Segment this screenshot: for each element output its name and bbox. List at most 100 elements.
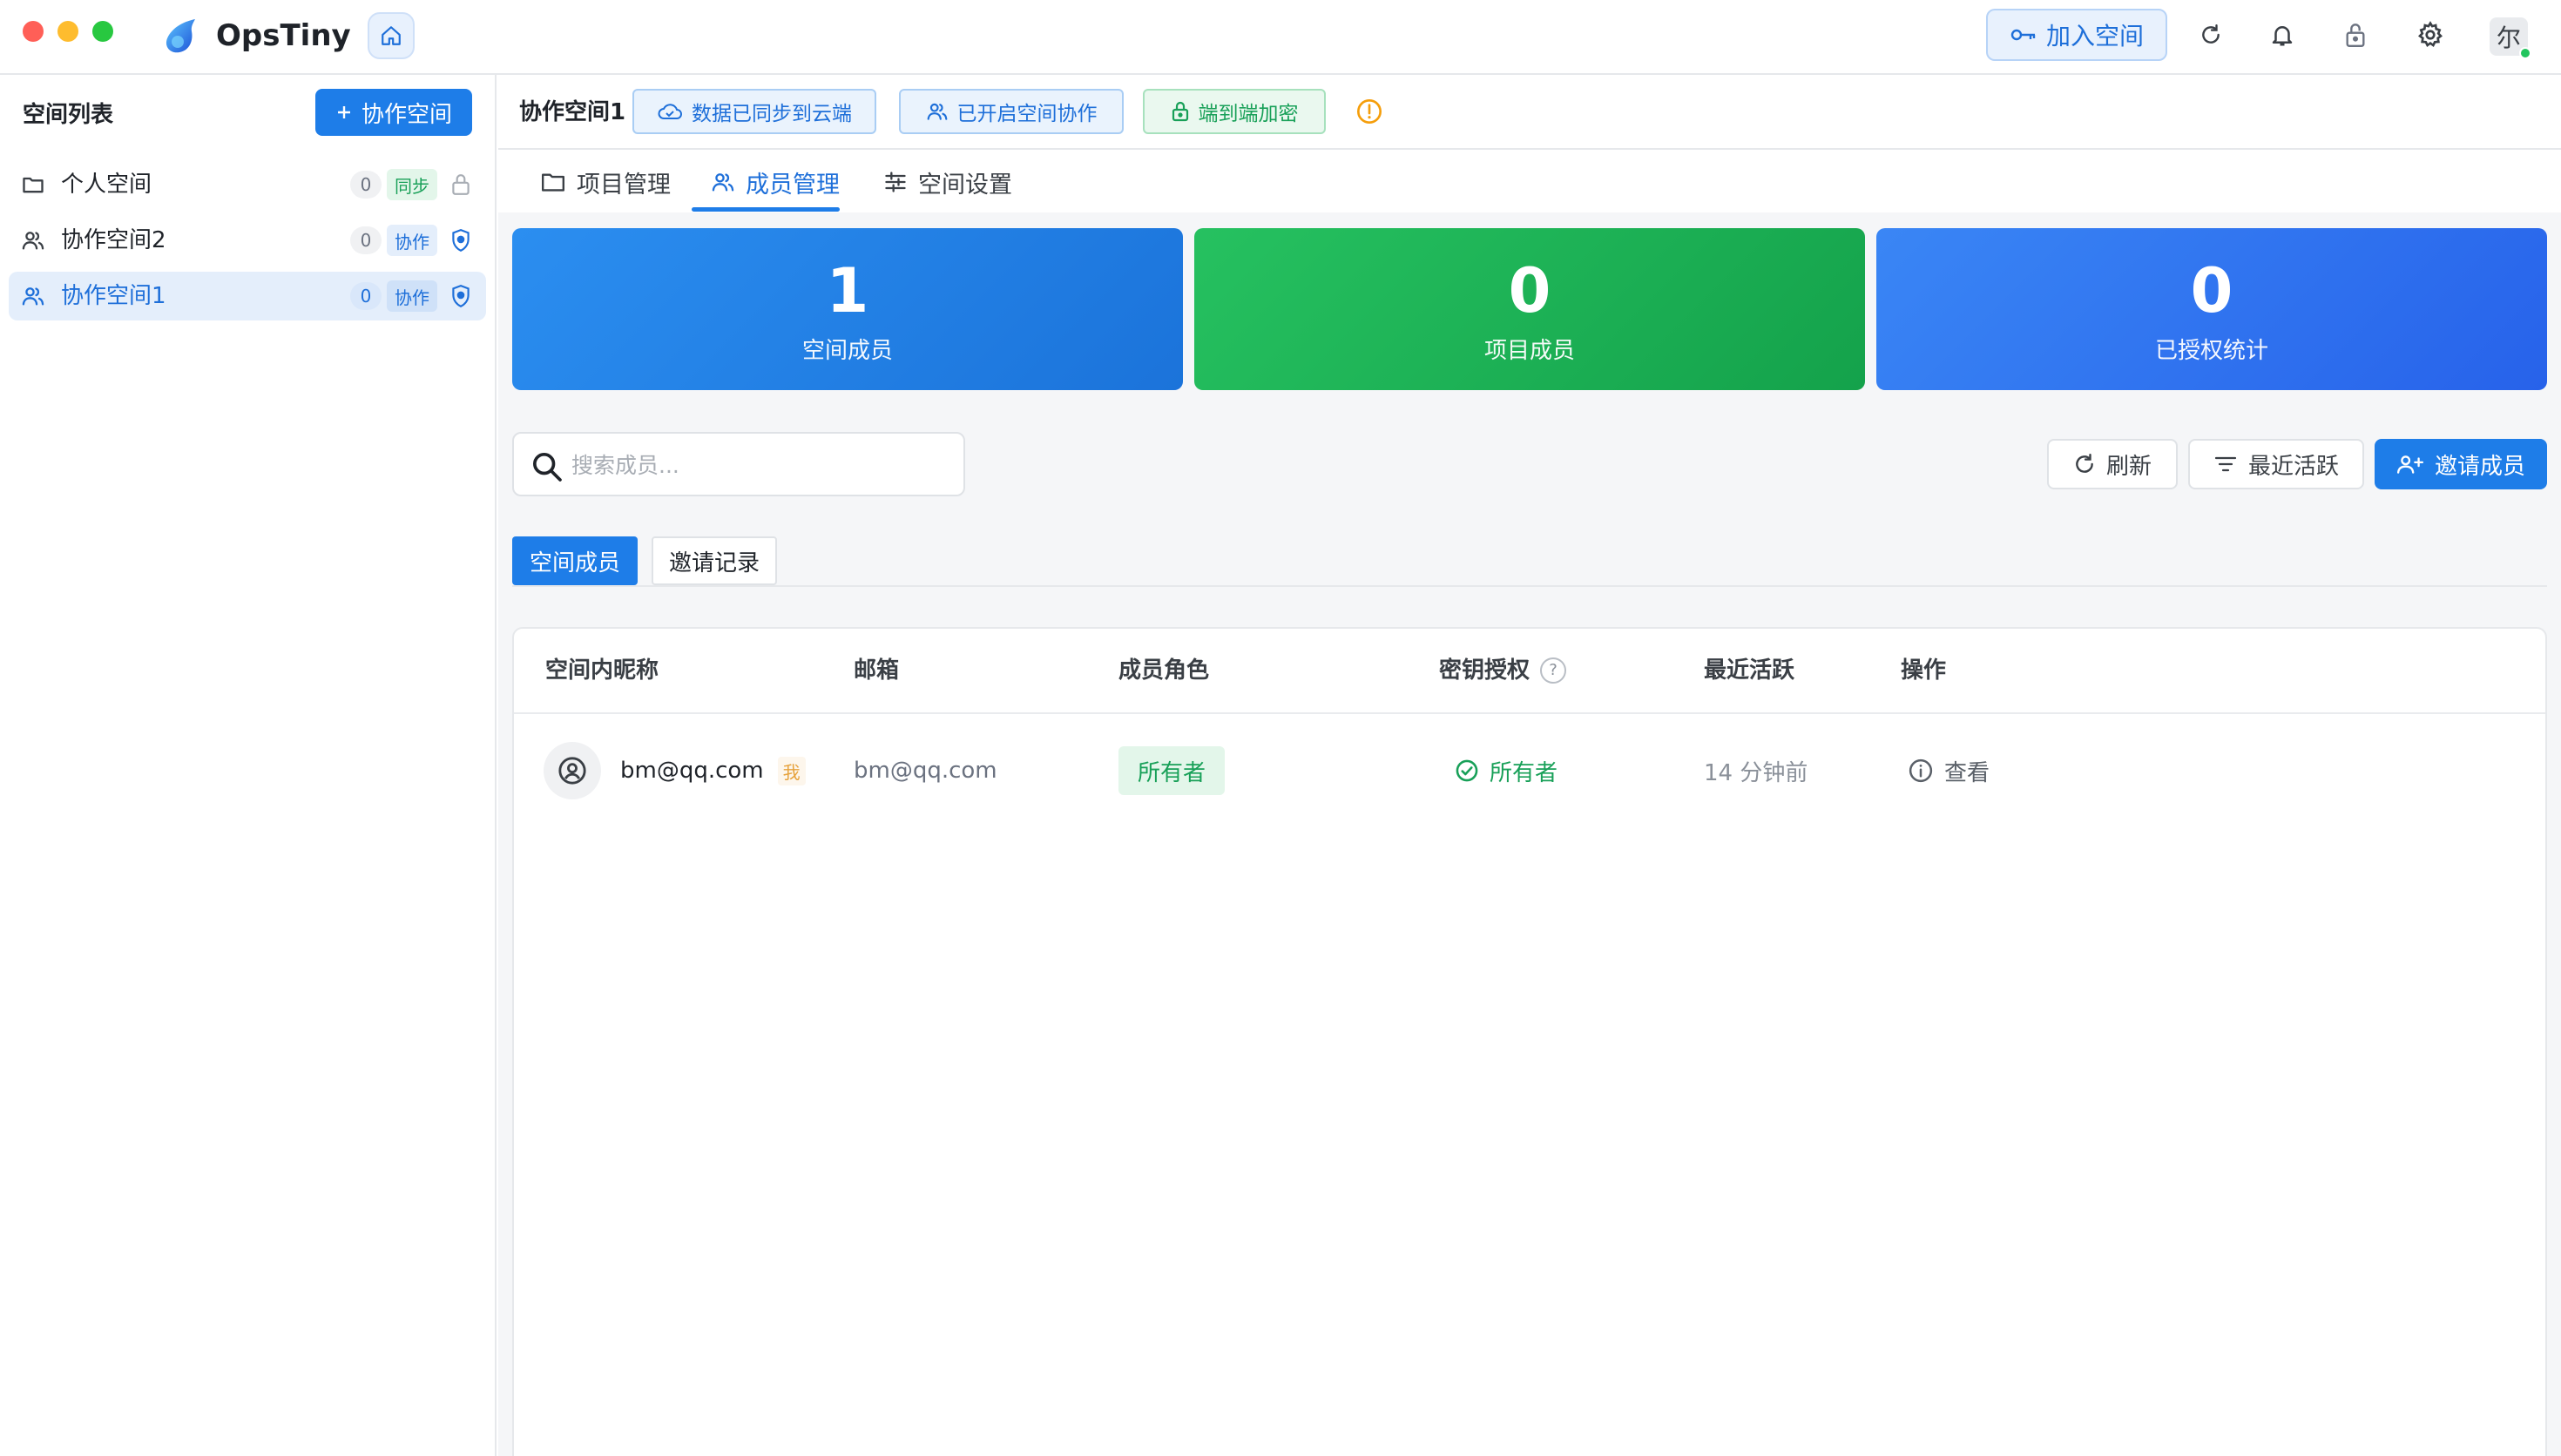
main-content: 项目管理 成员管理 空间设置 1 空间成员 0 项目成员 0 已授权统计 搜索成…: [498, 152, 2561, 1456]
stat-label: 项目成员: [1483, 337, 1575, 364]
stat-label: 空间成员: [801, 337, 893, 364]
refresh-button[interactable]: [2193, 17, 2228, 52]
user-plus-icon: [2396, 453, 2424, 475]
cloud-sync-label: 数据已同步到云端: [692, 103, 852, 125]
avatar-initial: 尔: [2496, 24, 2521, 52]
add-collab-space-button[interactable]: 协作空间: [315, 89, 472, 136]
stat-value: 0: [2190, 254, 2233, 327]
column-header-label: 空间内昵称: [545, 657, 659, 684]
search-icon: [530, 449, 564, 484]
users-icon: [711, 170, 735, 194]
users-icon: [21, 228, 45, 253]
key-authorization-status: 所有者: [1455, 755, 1558, 787]
lock-icon: [1171, 100, 1190, 123]
user-avatar-icon: [544, 742, 601, 799]
role-tag: 所有者: [1118, 746, 1226, 795]
sidebar-item-label: 个人空间: [61, 172, 152, 198]
column-header-last-active: 最近活跃: [1704, 629, 1794, 712]
member-nickname: bm@qq.com: [620, 758, 764, 784]
tab-label: 成员管理: [746, 171, 840, 199]
window-minimize-button[interactable]: [57, 21, 78, 42]
title-bar: OpsTiny 加入空间 尔: [0, 0, 2561, 75]
view-member-button[interactable]: 查看: [1908, 755, 1990, 787]
invite-member-button[interactable]: 邀请成员: [2375, 439, 2547, 489]
subtab-invite-records[interactable]: 邀请记录: [652, 536, 777, 585]
tab-members[interactable]: 成员管理: [711, 152, 840, 212]
me-badge: 我: [777, 756, 806, 785]
member-search-input[interactable]: [571, 446, 946, 484]
users-icon: [21, 284, 45, 308]
subtab-space-members[interactable]: 空间成员: [512, 536, 638, 585]
project-count-badge: 0: [350, 171, 382, 199]
refresh-label: 刷新: [2105, 453, 2152, 480]
help-icon[interactable]: ?: [1540, 657, 1567, 684]
app-logo-icon: [160, 16, 200, 56]
sidebar-item-personal-space[interactable]: 个人空间 0 同步: [9, 160, 486, 209]
join-space-label: 加入空间: [2045, 22, 2144, 51]
column-header-actions: 操作: [1901, 629, 1946, 712]
sidebar-item-collab-space-1[interactable]: 协作空间1 0 协作: [9, 272, 486, 320]
notifications-button[interactable]: [2265, 17, 2300, 52]
folder-icon: [540, 171, 566, 193]
check-circle-icon: [1455, 758, 1479, 783]
view-member-cell: 查看: [1908, 714, 1990, 827]
column-header-label: 最近活跃: [1704, 657, 1795, 684]
project-count-badge: 0: [350, 226, 382, 254]
join-space-button[interactable]: 加入空间: [1986, 9, 2167, 61]
tab-space-settings[interactable]: 空间设置: [883, 152, 1012, 212]
view-member-label: 查看: [1944, 759, 1990, 786]
window-zoom-button[interactable]: [92, 21, 113, 42]
home-icon: [380, 24, 402, 47]
plus-icon: [335, 104, 353, 121]
filter-icon: [2213, 455, 2238, 474]
column-header-key-authorization: 密钥授权 ?: [1439, 629, 1567, 712]
members-table: 空间内昵称 邮箱 成员角色 密钥授权 ? 最近活跃 操作 bm@qq.com 我…: [512, 627, 2547, 1456]
sidebar-item-collab-space-2[interactable]: 协作空间2 0 协作: [9, 216, 486, 265]
tab-projects[interactable]: 项目管理: [540, 152, 671, 212]
settings-button[interactable]: [2413, 17, 2448, 52]
warning-icon[interactable]: [1355, 98, 1383, 125]
space-header: 协作空间1 数据已同步到云端 已开启空间协作 端到端加密: [498, 75, 2561, 150]
gear-icon: [2416, 21, 2444, 49]
e2e-encryption-badge: 端到端加密: [1143, 89, 1326, 134]
member-email: bm@qq.com: [854, 758, 997, 784]
mode-tag: 协作: [387, 225, 437, 256]
project-count-badge: 0: [350, 282, 382, 310]
bell-icon: [2269, 22, 2295, 48]
sort-recent-active-button[interactable]: 最近活跃: [2188, 439, 2364, 489]
key-authorization-label: 所有者: [1490, 759, 1558, 786]
home-button[interactable]: [368, 12, 415, 59]
member-role-cell: 所有者: [1118, 714, 1226, 827]
stat-card-project-members: 0 项目成员: [1194, 228, 1865, 390]
collab-enabled-label: 已开启空间协作: [956, 103, 1098, 125]
active-tab-indicator: [692, 207, 840, 212]
stat-card-space-members: 1 空间成员: [512, 228, 1183, 390]
column-header-role: 成员角色: [1118, 629, 1209, 712]
lock-open-icon: [2343, 21, 2368, 49]
refresh-members-button[interactable]: 刷新: [2047, 439, 2178, 489]
stat-value: 1: [826, 254, 869, 327]
shield-icon: [449, 284, 474, 308]
lock-icon: [449, 172, 474, 197]
tab-label: 项目管理: [577, 171, 671, 199]
lock-button[interactable]: [2338, 17, 2373, 52]
column-header-label: 邮箱: [854, 657, 900, 684]
app-name: OpsTiny: [216, 18, 351, 53]
info-icon: [1908, 758, 1934, 784]
cloud-sync-badge: 数据已同步到云端: [632, 89, 876, 134]
key-authorization-cell: 所有者: [1455, 714, 1558, 827]
column-header-label: 密钥授权: [1439, 657, 1531, 684]
stat-label: 已授权统计: [2154, 337, 2268, 364]
sidebar: 空间列表 协作空间 个人空间 0 同步 协作空间2 0 协作 协作空间1 0 协…: [0, 75, 497, 1456]
space-title: 协作空间1: [519, 99, 626, 125]
subtab-divider: [512, 585, 2547, 587]
column-header-email: 邮箱: [854, 629, 899, 712]
column-header-label: 操作: [1901, 657, 1947, 684]
sidebar-title: 空间列表: [23, 102, 114, 128]
stat-value: 0: [1508, 254, 1551, 327]
window-close-button[interactable]: [23, 21, 44, 42]
mode-tag: 协作: [387, 280, 437, 312]
cloud-icon: [657, 102, 683, 121]
online-status-dot: [2519, 47, 2531, 59]
member-search: [512, 432, 965, 496]
